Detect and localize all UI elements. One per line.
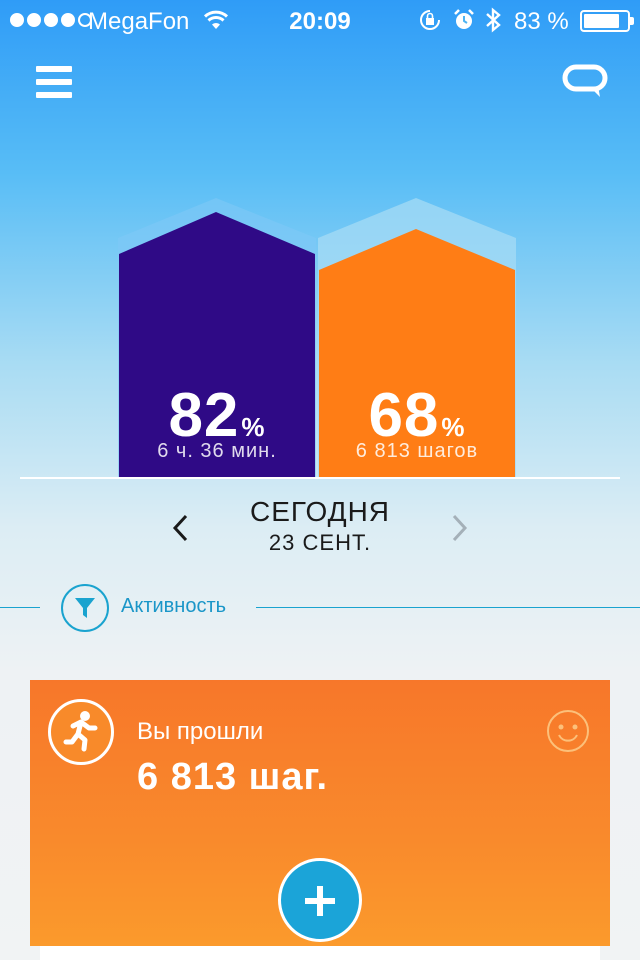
funnel-filter-icon[interactable] [61,584,109,632]
date-title: СЕГОДНЯ [249,496,391,527]
date-subtitle: 23 СЕНТ. [268,530,372,555]
progress-bars: 82% 6 ч. 36 мин. 68% 6 813 шагов [0,0,640,480]
activity-value: 6 813 шаг. [137,756,329,798]
running-person-icon [48,699,114,765]
divider-line [256,607,640,608]
smiley-icon[interactable] [546,709,590,753]
filter-label[interactable]: Активность [121,595,226,618]
bars-baseline [20,477,620,479]
activity-label: Вы прошли [137,718,264,745]
steps-count: 6 813 шагов [355,440,479,462]
divider-line [0,607,40,608]
chevron-right-icon[interactable] [444,510,474,546]
plus-icon[interactable] [278,858,362,942]
sleep-duration: 6 ч. 36 мин. [157,440,277,462]
activity-card[interactable]: Вы прошли 6 813 шаг. [30,680,610,946]
next-card-edge [40,946,600,960]
